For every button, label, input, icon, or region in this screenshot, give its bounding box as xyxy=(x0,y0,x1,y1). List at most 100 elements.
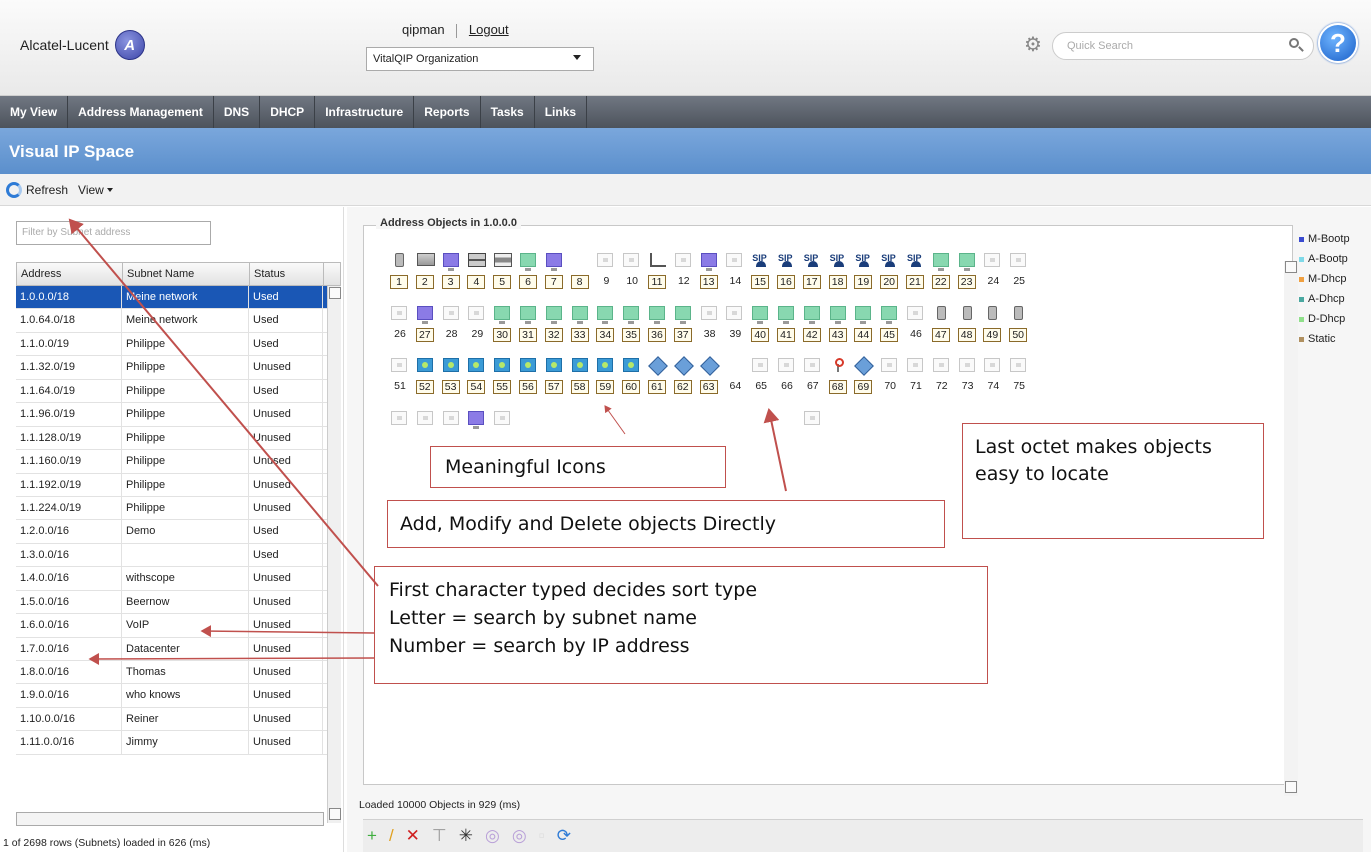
scroll-up-button[interactable] xyxy=(329,287,341,299)
table-row[interactable]: 1.7.0.0/16 Datacenter Unused xyxy=(16,637,341,661)
address-object[interactable] xyxy=(775,399,799,444)
address-object[interactable]: 55 xyxy=(491,346,515,394)
address-object[interactable]: 43 xyxy=(827,294,851,342)
circle-icon[interactable]: ◎ xyxy=(485,826,500,846)
delete-icon[interactable]: ✕ xyxy=(406,826,420,846)
address-object[interactable]: 29 xyxy=(465,294,489,340)
address-object[interactable]: 11 xyxy=(646,241,670,289)
table-row[interactable]: 1.0.0.0/18 Meine network Used xyxy=(16,286,341,310)
scroll-down-button[interactable] xyxy=(329,808,341,820)
address-object[interactable]: 67 xyxy=(801,346,825,392)
address-object[interactable]: 37 xyxy=(672,294,696,342)
address-object[interactable]: 46 xyxy=(904,294,928,340)
address-object[interactable]: 50 xyxy=(1007,294,1031,342)
address-object[interactable]: 69 xyxy=(852,346,876,394)
column-header-address[interactable]: Address xyxy=(17,263,123,285)
address-objects-scrollbar[interactable] xyxy=(1284,261,1298,796)
address-object[interactable]: 8 xyxy=(569,241,593,289)
scroll-up-button[interactable] xyxy=(1285,261,1297,273)
address-object[interactable]: 35 xyxy=(620,294,644,342)
address-object[interactable]: 45 xyxy=(878,294,902,342)
address-object[interactable]: 5 xyxy=(491,241,515,289)
address-object[interactable]: 40 xyxy=(749,294,773,342)
address-object[interactable]: 65 xyxy=(749,346,773,392)
address-object[interactable]: 72 xyxy=(930,346,954,392)
address-object[interactable]: 51 xyxy=(388,346,412,392)
help-icon[interactable]: ? xyxy=(1318,23,1358,63)
address-object[interactable]: 30 xyxy=(491,294,515,342)
address-object[interactable]: 3 xyxy=(440,241,464,289)
address-object[interactable]: 70 xyxy=(878,346,902,392)
address-object[interactable] xyxy=(801,399,825,444)
logout-link[interactable]: Logout xyxy=(469,22,509,37)
address-object[interactable]: 58 xyxy=(569,346,593,394)
address-object[interactable]: 33 xyxy=(569,294,593,342)
address-object[interactable]: SIP 15 xyxy=(749,241,773,289)
address-object[interactable]: 56 xyxy=(517,346,541,394)
address-object[interactable]: 1 xyxy=(388,241,412,289)
address-object[interactable] xyxy=(672,399,696,444)
address-object[interactable]: SIP 18 xyxy=(827,241,851,289)
address-object[interactable]: 13 xyxy=(698,241,722,289)
nav-item-address-management[interactable]: Address Management xyxy=(68,96,214,128)
modify-icon[interactable]: / xyxy=(389,826,394,846)
circle-icon-2[interactable]: ◎ xyxy=(512,826,527,846)
subnet-table-scrollbar[interactable] xyxy=(327,286,341,823)
table-row[interactable]: 1.0.64.0/18 Meine network Used xyxy=(16,309,341,333)
address-object[interactable]: 25 xyxy=(1007,241,1031,287)
split-icon[interactable]: ✳ xyxy=(459,826,473,846)
address-object[interactable] xyxy=(749,399,773,444)
address-object[interactable]: 53 xyxy=(440,346,464,394)
address-object[interactable]: 42 xyxy=(801,294,825,342)
address-object[interactable]: 7 xyxy=(543,241,567,289)
quick-search-input[interactable]: Quick Search xyxy=(1052,32,1314,60)
address-object[interactable] xyxy=(491,399,515,444)
address-object[interactable]: 75 xyxy=(1007,346,1031,392)
address-object[interactable]: 61 xyxy=(646,346,670,394)
address-object[interactable]: 41 xyxy=(775,294,799,342)
address-object[interactable]: 47 xyxy=(930,294,954,342)
table-row[interactable]: 1.1.128.0/19 Philippe Unused xyxy=(16,426,341,451)
table-row[interactable]: 1.1.96.0/19 Philippe Unused xyxy=(16,403,341,427)
address-object[interactable] xyxy=(594,399,618,444)
address-object[interactable] xyxy=(465,399,489,444)
nav-item-dns[interactable]: DNS xyxy=(214,96,261,128)
nav-item-my-view[interactable]: My View xyxy=(0,96,69,128)
address-object[interactable]: 52 xyxy=(414,346,438,394)
add-icon[interactable]: + xyxy=(367,826,377,846)
address-object[interactable] xyxy=(440,399,464,444)
address-object[interactable]: 14 xyxy=(723,241,747,287)
subnet-table-hscrollbar[interactable] xyxy=(16,812,324,826)
address-object[interactable]: 64 xyxy=(723,346,747,392)
table-row[interactable]: 1.9.0.0/16 who knows Unused xyxy=(16,684,341,708)
table-row[interactable]: 1.2.0.0/16 Demo Used xyxy=(16,520,341,544)
address-object[interactable]: 22 xyxy=(930,241,954,289)
address-object[interactable]: 27 xyxy=(414,294,438,342)
address-object[interactable]: 9 xyxy=(594,241,618,287)
nav-item-reports[interactable]: Reports xyxy=(414,96,481,128)
address-object[interactable]: SIP 19 xyxy=(852,241,876,289)
blank-icon[interactable]: ▫ xyxy=(539,826,545,846)
address-object[interactable]: SIP 16 xyxy=(775,241,799,289)
table-row[interactable]: 1.5.0.0/16 Beernow Unused xyxy=(16,590,341,615)
address-object[interactable]: 62 xyxy=(672,346,696,394)
table-row[interactable]: 1.1.64.0/19 Philippe Used xyxy=(16,379,341,404)
address-object[interactable]: 59 xyxy=(594,346,618,394)
table-row[interactable]: 1.11.0.0/16 Jimmy Unused xyxy=(16,731,341,755)
address-object[interactable] xyxy=(517,399,541,444)
address-object[interactable] xyxy=(698,399,722,444)
address-object[interactable] xyxy=(388,399,412,444)
address-object[interactable]: 73 xyxy=(956,346,980,392)
address-object[interactable] xyxy=(620,399,644,444)
address-object[interactable]: 2 xyxy=(414,241,438,289)
address-object[interactable]: 49 xyxy=(981,294,1005,342)
address-object[interactable]: 71 xyxy=(904,346,928,392)
refresh-button[interactable]: Refresh xyxy=(26,183,68,197)
address-object[interactable]: 44 xyxy=(852,294,876,342)
table-row[interactable]: 1.6.0.0/16 VoIP Unused xyxy=(16,614,341,638)
address-object[interactable]: 28 xyxy=(440,294,464,340)
address-object[interactable]: 32 xyxy=(543,294,567,342)
nav-item-tasks[interactable]: Tasks xyxy=(481,96,535,128)
address-object[interactable]: 34 xyxy=(594,294,618,342)
gear-icon[interactable]: ⚙ xyxy=(1022,34,1044,56)
